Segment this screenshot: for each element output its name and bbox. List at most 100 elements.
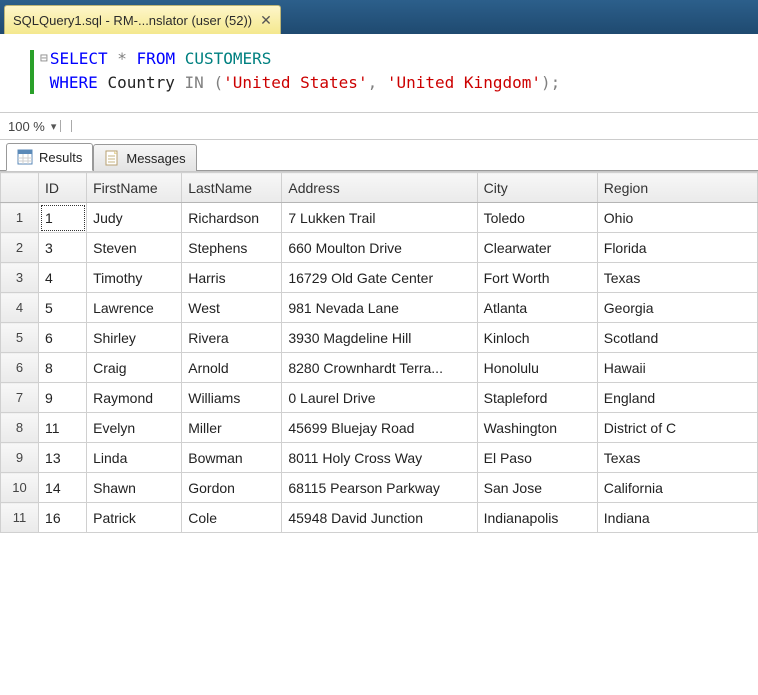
cell-region[interactable]: Texas	[597, 443, 757, 473]
cell-id[interactable]: 11	[39, 413, 87, 443]
cell-id[interactable]: 9	[39, 383, 87, 413]
cell-lastname[interactable]: Cole	[182, 503, 282, 533]
col-address[interactable]: Address	[282, 173, 477, 203]
cell-firstname[interactable]: Patrick	[87, 503, 182, 533]
cell-id[interactable]: 16	[39, 503, 87, 533]
table-row[interactable]: 56ShirleyRivera3930 Magdeline HillKinloc…	[1, 323, 758, 353]
cell-city[interactable]: Atlanta	[477, 293, 597, 323]
zoom-level[interactable]: 100 %	[8, 119, 45, 134]
row-number[interactable]: 9	[1, 443, 39, 473]
row-number[interactable]: 2	[1, 233, 39, 263]
cell-address[interactable]: 3930 Magdeline Hill	[282, 323, 477, 353]
cell-city[interactable]: Kinloch	[477, 323, 597, 353]
cell-lastname[interactable]: Bowman	[182, 443, 282, 473]
cell-address[interactable]: 45699 Bluejay Road	[282, 413, 477, 443]
cell-region[interactable]: Georgia	[597, 293, 757, 323]
cell-id[interactable]: 13	[39, 443, 87, 473]
cell-firstname[interactable]: Judy	[87, 203, 182, 233]
row-number[interactable]: 11	[1, 503, 39, 533]
cell-lastname[interactable]: Miller	[182, 413, 282, 443]
cell-region[interactable]: England	[597, 383, 757, 413]
cell-address[interactable]: 660 Moulton Drive	[282, 233, 477, 263]
table-row[interactable]: 34TimothyHarris16729 Old Gate CenterFort…	[1, 263, 758, 293]
cell-address[interactable]: 7 Lukken Trail	[282, 203, 477, 233]
row-number[interactable]: 7	[1, 383, 39, 413]
row-number[interactable]: 5	[1, 323, 39, 353]
cell-firstname[interactable]: Evelyn	[87, 413, 182, 443]
table-row[interactable]: 1116PatrickCole45948 David JunctionIndia…	[1, 503, 758, 533]
splitter-handle-icon[interactable]	[60, 120, 72, 132]
cell-lastname[interactable]: Williams	[182, 383, 282, 413]
cell-address[interactable]: 0 Laurel Drive	[282, 383, 477, 413]
cell-address[interactable]: 45948 David Junction	[282, 503, 477, 533]
col-rownum[interactable]	[1, 173, 39, 203]
table-row[interactable]: 68CraigArnold8280 Crownhardt Terra...Hon…	[1, 353, 758, 383]
cell-firstname[interactable]: Lawrence	[87, 293, 182, 323]
results-grid[interactable]: ID FirstName LastName Address City Regio…	[0, 171, 758, 695]
table-row[interactable]: 11JudyRichardson7 Lukken TrailToledoOhio	[1, 203, 758, 233]
table-row[interactable]: 79RaymondWilliams0 Laurel DriveStaplefor…	[1, 383, 758, 413]
cell-id[interactable]: 1	[39, 203, 87, 233]
row-number[interactable]: 10	[1, 473, 39, 503]
cell-lastname[interactable]: Stephens	[182, 233, 282, 263]
cell-id[interactable]: 5	[39, 293, 87, 323]
cell-city[interactable]: Honolulu	[477, 353, 597, 383]
cell-firstname[interactable]: Shirley	[87, 323, 182, 353]
tab-results[interactable]: Results	[6, 143, 93, 171]
cell-region[interactable]: Ohio	[597, 203, 757, 233]
cell-firstname[interactable]: Timothy	[87, 263, 182, 293]
cell-region[interactable]: Scotland	[597, 323, 757, 353]
cell-firstname[interactable]: Craig	[87, 353, 182, 383]
row-number[interactable]: 8	[1, 413, 39, 443]
cell-address[interactable]: 16729 Old Gate Center	[282, 263, 477, 293]
row-number[interactable]: 6	[1, 353, 39, 383]
col-firstname[interactable]: FirstName	[87, 173, 182, 203]
collapse-icon[interactable]: ⊟	[40, 51, 48, 66]
cell-id[interactable]: 14	[39, 473, 87, 503]
cell-address[interactable]: 68115 Pearson Parkway	[282, 473, 477, 503]
cell-address[interactable]: 8011 Holy Cross Way	[282, 443, 477, 473]
table-row[interactable]: 1014ShawnGordon68115 Pearson ParkwaySan …	[1, 473, 758, 503]
table-row[interactable]: 23StevenStephens660 Moulton DriveClearwa…	[1, 233, 758, 263]
col-lastname[interactable]: LastName	[182, 173, 282, 203]
cell-firstname[interactable]: Shawn	[87, 473, 182, 503]
zoom-dropdown-icon[interactable]: ▾	[51, 120, 57, 133]
cell-id[interactable]: 3	[39, 233, 87, 263]
row-number[interactable]: 4	[1, 293, 39, 323]
cell-region[interactable]: Indiana	[597, 503, 757, 533]
cell-address[interactable]: 981 Nevada Lane	[282, 293, 477, 323]
cell-region[interactable]: District of C	[597, 413, 757, 443]
tab-messages[interactable]: Messages	[93, 144, 196, 171]
cell-region[interactable]: California	[597, 473, 757, 503]
row-number[interactable]: 3	[1, 263, 39, 293]
col-id[interactable]: ID	[39, 173, 87, 203]
cell-city[interactable]: Stapleford	[477, 383, 597, 413]
cell-region[interactable]: Texas	[597, 263, 757, 293]
table-row[interactable]: 811EvelynMiller45699 Bluejay RoadWashing…	[1, 413, 758, 443]
cell-id[interactable]: 8	[39, 353, 87, 383]
close-icon[interactable]: ✕	[260, 12, 272, 29]
cell-firstname[interactable]: Steven	[87, 233, 182, 263]
sql-editor[interactable]: ⊟SELECT * FROM CUSTOMERS WHERE Country I…	[0, 34, 758, 112]
cell-city[interactable]: Clearwater	[477, 233, 597, 263]
cell-lastname[interactable]: Richardson	[182, 203, 282, 233]
cell-lastname[interactable]: Gordon	[182, 473, 282, 503]
col-city[interactable]: City	[477, 173, 597, 203]
cell-id[interactable]: 4	[39, 263, 87, 293]
cell-city[interactable]: San Jose	[477, 473, 597, 503]
cell-city[interactable]: Toledo	[477, 203, 597, 233]
col-region[interactable]: Region	[597, 173, 757, 203]
cell-lastname[interactable]: Arnold	[182, 353, 282, 383]
cell-city[interactable]: Fort Worth	[477, 263, 597, 293]
cell-address[interactable]: 8280 Crownhardt Terra...	[282, 353, 477, 383]
cell-firstname[interactable]: Raymond	[87, 383, 182, 413]
cell-id[interactable]: 6	[39, 323, 87, 353]
cell-lastname[interactable]: West	[182, 293, 282, 323]
cell-city[interactable]: Indianapolis	[477, 503, 597, 533]
document-tab[interactable]: SQLQuery1.sql - RM-...nslator (user (52)…	[4, 5, 281, 34]
cell-lastname[interactable]: Rivera	[182, 323, 282, 353]
cell-region[interactable]: Hawaii	[597, 353, 757, 383]
cell-firstname[interactable]: Linda	[87, 443, 182, 473]
cell-city[interactable]: El Paso	[477, 443, 597, 473]
table-row[interactable]: 45LawrenceWest981 Nevada LaneAtlantaGeor…	[1, 293, 758, 323]
